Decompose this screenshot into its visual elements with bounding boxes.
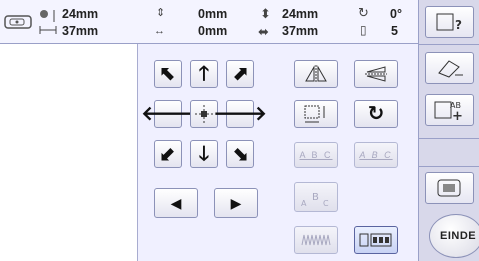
arrow-up-icon: 🡑 bbox=[198, 63, 210, 85]
svg-text:B: B bbox=[312, 192, 319, 203]
thread-color-icon: ▯ bbox=[360, 23, 367, 37]
multi-color-icon bbox=[359, 233, 392, 247]
svg-text:+: + bbox=[452, 109, 463, 122]
info-bar: 24mm 37mm ⇕ ↔ 0mm 0mm ⬍ ⬌ 24mm 37mm ↻ ▯ … bbox=[0, 0, 418, 44]
move-down-right-button[interactable]: ⬊ bbox=[226, 140, 254, 168]
move-right-button[interactable]: 🡒 bbox=[213, 100, 267, 128]
multi-color-button[interactable] bbox=[354, 226, 398, 254]
edit-eraser-button[interactable] bbox=[425, 52, 474, 84]
arrow-up-right-icon: ⬈ bbox=[231, 63, 249, 85]
letter-spacing-button[interactable]: A B C bbox=[294, 182, 338, 212]
edit-panel: ⬉ 🡑 ⬈ 🡐 🡒 ⬋ 🡓 ⬊ ◀ ▶ ↻ A B C A B C A B C bbox=[138, 44, 418, 261]
flip-button[interactable] bbox=[354, 60, 398, 88]
triangle-right-icon: ▶ bbox=[230, 195, 242, 211]
move-up-left-button[interactable]: ⬉ bbox=[154, 60, 182, 88]
right-divider-2 bbox=[419, 138, 479, 139]
move-down-left-button[interactable]: ⬋ bbox=[154, 140, 182, 168]
size-width: 37mm bbox=[282, 24, 319, 38]
help-button[interactable]: ? bbox=[425, 6, 474, 38]
arc-array-label: A B C bbox=[359, 150, 393, 160]
prev-pattern-button[interactable]: ◀ bbox=[154, 188, 198, 218]
density-icon bbox=[301, 234, 331, 246]
rotation-icon: ↻ bbox=[358, 5, 369, 20]
eraser-icon bbox=[437, 60, 463, 78]
position-x: 0mm bbox=[198, 24, 228, 38]
arc-array-button[interactable]: A B C bbox=[354, 142, 398, 168]
flip-horizontal-icon bbox=[365, 66, 387, 82]
help-book-icon: ? bbox=[436, 13, 462, 32]
width-box-icon: ⬌ bbox=[258, 24, 269, 39]
end-button[interactable]: EINDE bbox=[429, 214, 479, 258]
arrow-left-icon: 🡐 bbox=[141, 103, 195, 125]
size-arrows-icon bbox=[39, 10, 57, 34]
triangle-left-icon: ◀ bbox=[170, 195, 182, 211]
right-sidebar: ? AB + EINDE bbox=[418, 0, 479, 261]
arrow-right-icon: 🡒 bbox=[213, 103, 267, 125]
size-height: 24mm bbox=[282, 7, 319, 21]
density-button[interactable] bbox=[294, 226, 338, 254]
horizontal-offset-icon: ↔ bbox=[154, 25, 165, 37]
rotate-icon: ↻ bbox=[367, 103, 385, 125]
resize-icon bbox=[304, 105, 325, 123]
color-count: 5 bbox=[391, 24, 398, 38]
arrow-down-icon: 🡓 bbox=[198, 143, 210, 165]
hoop-view-icon bbox=[437, 179, 460, 197]
svg-text:A: A bbox=[301, 199, 307, 208]
vertical-offset-icon: ⇕ bbox=[156, 7, 166, 19]
hoop-icon bbox=[4, 15, 32, 29]
letter-spacing-icon: A B C bbox=[301, 192, 329, 208]
embroidery-edit-screen: 24mm 37mm ⇕ ↔ 0mm 0mm ⬍ ⬌ 24mm 37mm ↻ ▯ … bbox=[0, 0, 479, 261]
next-pattern-button[interactable]: ▶ bbox=[214, 188, 258, 218]
right-divider-3 bbox=[419, 166, 479, 167]
add-pattern-button[interactable]: AB + bbox=[425, 94, 474, 126]
position-y: 0mm bbox=[198, 7, 228, 21]
rotate-button[interactable]: ↻ bbox=[354, 100, 398, 128]
add-pattern-icon: AB + bbox=[434, 101, 463, 122]
array-label: A B C bbox=[299, 150, 333, 160]
move-up-button[interactable]: 🡑 bbox=[190, 60, 218, 88]
rotation-angle: 0° bbox=[390, 7, 402, 21]
mirror-button[interactable] bbox=[294, 60, 338, 88]
move-down-button[interactable]: 🡓 bbox=[190, 140, 218, 168]
svg-text:?: ? bbox=[455, 18, 462, 32]
arrow-up-left-icon: ⬉ bbox=[159, 63, 177, 85]
array-button[interactable]: A B C bbox=[294, 142, 338, 168]
embroidery-width: 37mm bbox=[62, 24, 99, 38]
center-crosshair-icon bbox=[195, 105, 213, 123]
embroidery-height: 24mm bbox=[62, 7, 99, 21]
pattern-preview-area[interactable] bbox=[0, 44, 138, 261]
mirror-icon bbox=[305, 65, 327, 83]
arrow-down-right-icon: ⬊ bbox=[231, 143, 249, 165]
right-divider-1 bbox=[419, 44, 479, 45]
height-box-icon: ⬍ bbox=[260, 6, 271, 21]
hoop-view-button[interactable] bbox=[425, 172, 474, 204]
resize-button[interactable] bbox=[294, 100, 338, 128]
move-left-button[interactable]: 🡐 bbox=[141, 100, 195, 128]
arrow-down-left-icon: ⬋ bbox=[159, 143, 177, 165]
move-up-right-button[interactable]: ⬈ bbox=[226, 60, 254, 88]
svg-text:C: C bbox=[323, 199, 329, 208]
